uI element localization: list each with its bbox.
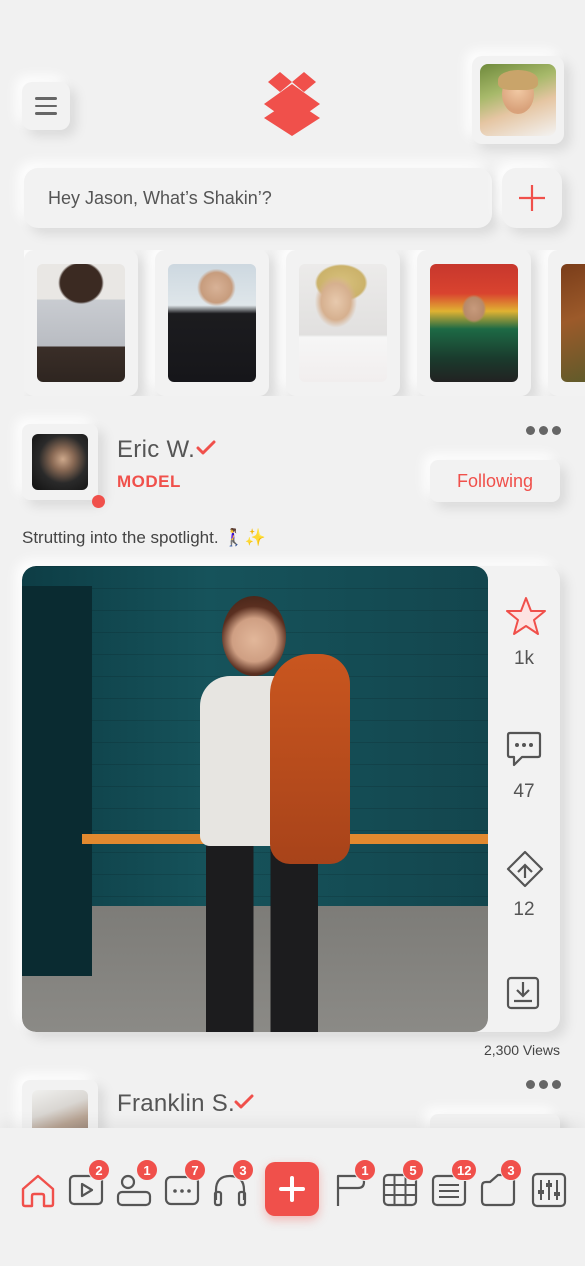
comment-icon[interactable] — [506, 730, 542, 768]
post-caption: Strutting into the spotlight. 🚶‍♀️✨ — [22, 528, 266, 547]
story-card[interactable] — [548, 250, 585, 396]
nav-people[interactable]: 1 — [116, 1159, 158, 1208]
nav-folder[interactable]: 3 — [480, 1159, 522, 1208]
nav-badge: 3 — [500, 1159, 522, 1181]
nav-chat[interactable]: 7 — [164, 1159, 206, 1208]
menu-button[interactable] — [22, 82, 70, 130]
more-options-icon[interactable] — [526, 426, 561, 435]
add-post-button[interactable] — [502, 168, 562, 228]
nav-flag[interactable]: 1 — [334, 1159, 376, 1208]
nav-badge: 2 — [88, 1159, 110, 1181]
nav-badge: 7 — [184, 1159, 206, 1181]
nav-badge: 1 — [136, 1159, 158, 1181]
more-options-icon[interactable] — [526, 1080, 561, 1089]
story-card[interactable] — [24, 250, 138, 396]
post-author-name[interactable]: Eric W. — [117, 436, 195, 464]
online-status-dot — [92, 495, 105, 508]
post-card: 1k 47 12 — [22, 566, 560, 1032]
story-card[interactable] — [417, 250, 531, 396]
shares-count: 12 — [513, 899, 535, 920]
nav-home[interactable] — [20, 1172, 56, 1208]
post-author-avatar[interactable] — [22, 424, 98, 500]
nav-badge: 1 — [354, 1159, 376, 1181]
sliders-icon — [531, 1172, 567, 1208]
comments-count: 47 — [513, 781, 535, 802]
nav-badge: 12 — [451, 1159, 478, 1181]
bottom-nav: 2 1 7 3 1 5 12 3 — [0, 1128, 585, 1266]
share-icon[interactable] — [506, 850, 544, 888]
story-thumbnail — [430, 264, 518, 382]
post-author-name[interactable]: Franklin S. — [117, 1090, 235, 1118]
nav-audio[interactable]: 3 — [212, 1159, 254, 1208]
nav-badge: 5 — [402, 1159, 424, 1181]
story-thumbnail — [168, 264, 256, 382]
nav-video[interactable]: 2 — [68, 1159, 110, 1208]
post-actions: 1k 47 12 — [488, 566, 560, 1032]
story-card[interactable] — [155, 250, 269, 396]
home-icon — [21, 1174, 55, 1208]
nav-badge: 3 — [232, 1159, 254, 1181]
story-thumbnail — [561, 264, 585, 382]
create-post-button[interactable] — [265, 1162, 319, 1216]
story-thumbnail — [299, 264, 387, 382]
verified-check-icon — [234, 1094, 254, 1109]
profile-avatar[interactable] — [472, 56, 564, 144]
app-logo-icon — [264, 72, 320, 136]
stories-row — [24, 250, 585, 396]
verified-check-icon — [196, 440, 216, 455]
likes-count: 1k — [513, 648, 535, 669]
star-icon[interactable] — [506, 596, 546, 636]
status-input[interactable]: Hey Jason, What’s Shakin’? — [24, 168, 492, 228]
post-image[interactable] — [22, 566, 488, 1032]
status-input-placeholder: Hey Jason, What’s Shakin’? — [48, 187, 272, 208]
story-thumbnail — [37, 264, 125, 382]
views-count: 2,300 Views — [483, 1042, 560, 1058]
story-card[interactable] — [286, 250, 400, 396]
nav-grid[interactable]: 5 — [382, 1159, 424, 1208]
post-author-role: MODEL — [117, 472, 181, 491]
download-icon[interactable] — [506, 976, 540, 1010]
nav-list[interactable]: 12 — [431, 1159, 478, 1208]
nav-settings[interactable] — [531, 1172, 567, 1208]
plus-icon — [279, 1176, 305, 1202]
plus-icon — [519, 185, 545, 211]
hamburger-icon — [35, 97, 57, 100]
following-button[interactable]: Following — [430, 460, 560, 502]
